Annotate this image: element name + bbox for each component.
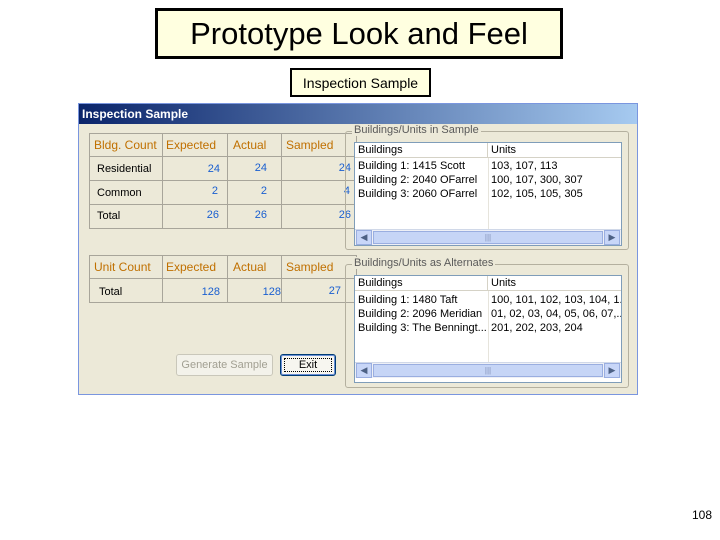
chevron-left-icon[interactable]: ◀ xyxy=(356,363,372,378)
sample-listview[interactable]: Buildings Units Building 1: 1415 Scott 1… xyxy=(354,142,622,246)
list-item[interactable]: Building 3: The Benningt... xyxy=(355,321,488,335)
table-row-label: Total xyxy=(97,210,121,222)
table-row-label: Total xyxy=(99,286,123,298)
expected-value: 128 xyxy=(201,286,220,298)
list-item[interactable]: Building 3: 2060 OFarrel xyxy=(355,187,488,201)
expected-header: Expected xyxy=(166,260,217,274)
list-item-units[interactable]: 100, 107, 300, 307 xyxy=(488,173,621,187)
chevron-left-icon[interactable]: ◀ xyxy=(356,230,372,245)
exit-button[interactable]: Exit xyxy=(280,354,336,376)
actual-header: Actual xyxy=(233,260,267,274)
list-item-units[interactable]: 01, 02, 03, 04, 05, 06, 07,... xyxy=(488,307,621,321)
expected-value: 24 xyxy=(207,163,220,175)
list-item-units[interactable]: 201, 202, 203, 204 xyxy=(488,321,621,335)
generate-sample-button[interactable]: Generate Sample xyxy=(176,354,273,376)
units-column-header[interactable]: Units xyxy=(488,143,621,158)
list-item-units[interactable]: 102, 105, 105, 305 xyxy=(488,187,621,201)
buildings-column-header[interactable]: Buildings xyxy=(355,143,488,158)
sampled-value: 27 xyxy=(328,285,341,297)
table-row-label: Residential xyxy=(97,163,152,175)
page-number: 108 xyxy=(691,508,712,522)
sample-group-label: Buildings/Units in Sample xyxy=(352,124,481,136)
alternates-group: Buildings/Units as Alternates Buildings … xyxy=(345,257,629,388)
sample-group: Buildings/Units in Sample Buildings Unit… xyxy=(345,124,629,250)
sampled-header: Sampled xyxy=(286,138,334,152)
expected-value: 26 xyxy=(206,209,219,221)
alternates-group-label: Buildings/Units as Alternates xyxy=(352,257,496,269)
scroll-thumb[interactable]: ||| xyxy=(373,364,603,377)
expected-value: 2 xyxy=(211,185,218,197)
bldg-count-header: Bldg. Count xyxy=(94,138,157,152)
horizontal-scrollbar[interactable]: ◀ ||| ▶ xyxy=(355,362,621,378)
exit-button-label: Exit xyxy=(283,358,333,372)
slide-title: Prototype Look and Feel xyxy=(155,8,563,59)
scroll-thumb[interactable]: ||| xyxy=(373,231,603,244)
unit-count-header: Unit Count xyxy=(94,260,151,274)
window-title: Inspection Sample xyxy=(79,104,637,124)
list-item[interactable]: Building 1: 1480 Taft xyxy=(355,293,488,307)
sampled-value: 24 xyxy=(338,162,351,174)
chevron-right-icon[interactable]: ▶ xyxy=(604,230,620,245)
horizontal-scrollbar[interactable]: ◀ ||| ▶ xyxy=(355,229,621,245)
list-item[interactable]: Building 1: 1415 Scott xyxy=(355,159,488,173)
actual-header: Actual xyxy=(233,138,267,152)
actual-value: 2 xyxy=(260,185,267,197)
sampled-value: 4 xyxy=(343,185,350,197)
actual-value: 24 xyxy=(254,162,267,174)
slide-subtitle: Inspection Sample xyxy=(290,68,431,97)
alternates-listview[interactable]: Buildings Units Building 1: 1480 Taft 10… xyxy=(354,275,622,383)
unit-count-table: Unit Count Expected Actual Sampled Total… xyxy=(89,255,357,303)
list-item-units[interactable]: 103, 107, 113 xyxy=(488,159,621,173)
inspection-sample-window: Inspection Sample Bldg. Count Expected A… xyxy=(78,103,638,395)
table-row-label: Common xyxy=(97,187,142,199)
list-item[interactable]: Building 2: 2040 OFarrel xyxy=(355,173,488,187)
list-item-units[interactable]: 100, 101, 102, 103, 104, 1... xyxy=(488,293,621,307)
sampled-value: 26 xyxy=(338,209,351,221)
chevron-right-icon[interactable]: ▶ xyxy=(604,363,620,378)
actual-value: 26 xyxy=(254,209,267,221)
actual-value: 128 xyxy=(262,286,281,298)
sampled-header: Sampled xyxy=(286,260,334,274)
units-column-header[interactable]: Units xyxy=(488,276,621,291)
expected-header: Expected xyxy=(166,138,217,152)
list-item[interactable]: Building 2: 2096 Meridian xyxy=(355,307,488,321)
bldg-count-table: Bldg. Count Expected Actual Sampled Resi… xyxy=(89,133,357,229)
buildings-column-header[interactable]: Buildings xyxy=(355,276,488,291)
